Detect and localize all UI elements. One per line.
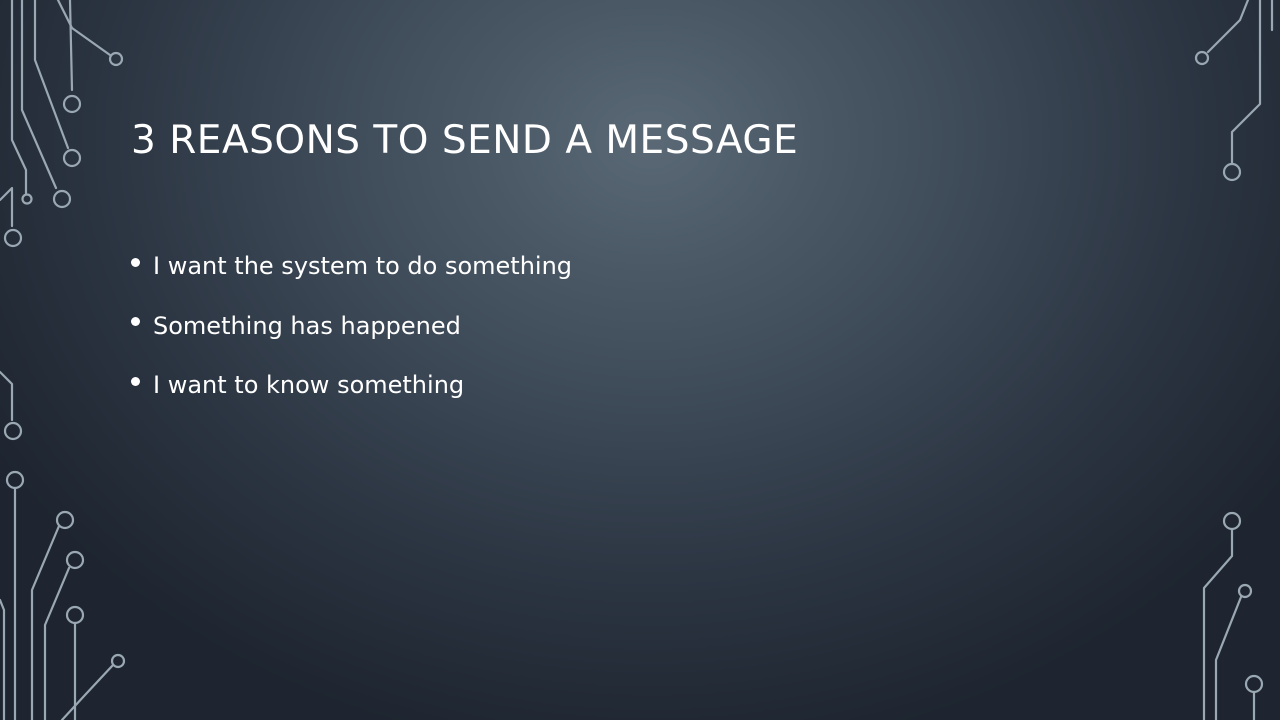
circuit-bottom-right-icon — [1202, 511, 1264, 720]
bullet-text: I want to know something — [153, 371, 465, 399]
circuit-left-middle-icon — [0, 370, 23, 441]
bullet-icon — [131, 317, 140, 326]
bullet-list: I want the system to do something Someth… — [131, 246, 572, 425]
list-item: I want to know something — [131, 365, 572, 405]
circuit-bottom-left-icon — [0, 470, 126, 720]
list-item: I want the system to do something — [131, 246, 572, 286]
bullet-icon — [131, 376, 140, 386]
list-item: Something has happened — [131, 306, 572, 346]
bullet-text: Something has happened — [153, 311, 461, 340]
bullet-text: I want the system to do something — [153, 252, 573, 280]
circuit-top-right-icon — [1194, 0, 1274, 182]
slide: 3 REASONS TO SEND A MESSAGE I want the s… — [0, 0, 1280, 720]
slide-title: 3 REASONS TO SEND A MESSAGE — [131, 118, 799, 163]
circuit-top-left-icon — [0, 0, 124, 248]
bullet-icon — [131, 257, 140, 267]
